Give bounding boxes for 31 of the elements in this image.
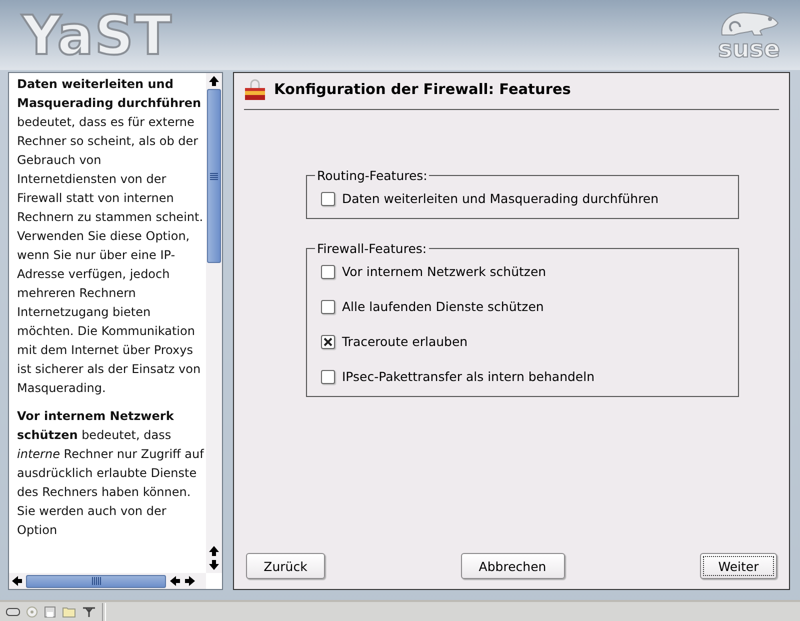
drive-icon[interactable] [6,607,20,617]
network-icon[interactable] [82,606,96,618]
group-label: Routing-Features: [316,168,428,183]
checkbox[interactable] [321,300,335,314]
suse-logo: suse [718,37,780,61]
dialog-button[interactable]: Zurück [246,553,325,579]
scrollbar-thumb[interactable] [26,574,166,588]
help-text: Daten weiterleiten und Masquerading durchführen bedeutet, dass es für externe Rechner so scheint, als ob der Gebrauch von Internetdiensten von der Firewall statt von internen Rechnern zu stammen scheint. Verwenden Sie diese Option, wenn Sie nur über eine IP-Adresse verfügen, jedoch mehreren Rechnern Internetzugang bieten möchten. Die Kommunikation mit dem Internet über Proxys ist sicherer als der Einsatz von Masquerading. Vor internem Netzwerk schützen bedeutet, dass interne Rechner nur Zugriff auf ausdrücklich erlaubte Dienste des Rechners haben können. Sie werden auch von der Option [16,76,206,539]
checkbox-label[interactable]: Daten weiterleiten und Masquerading durchführen [342,191,659,206]
checkbox[interactable] [321,370,335,384]
dialog-title: Konfiguration der Firewall: Features [274,82,571,98]
firewall-icon [244,79,266,101]
arrow-down-icon[interactable] [208,559,220,571]
arrow-left-icon[interactable] [11,575,23,587]
group-label: Firewall-Features: [316,241,428,256]
arrow-up-icon[interactable] [208,75,220,87]
checkbox-label[interactable]: Traceroute erlauben [342,334,468,349]
checkbox-label[interactable]: Vor internem Netzwerk schützen [342,264,546,279]
checkbox[interactable] [321,264,335,278]
checkbox[interactable] [321,192,335,206]
dialog-button[interactable]: Weiter [700,553,777,579]
arrow-left-icon[interactable] [169,575,181,587]
scrollbar-thumb[interactable] [207,89,221,263]
checkbox-label[interactable]: IPsec-Pakettransfer als intern behandeln [342,369,595,384]
yast-logo: YaST [22,4,172,66]
checkbox[interactable] [321,334,335,348]
checkbox-label[interactable]: Alle laufenden Dienste schützen [342,299,544,314]
arrow-right-icon[interactable] [184,575,196,587]
floppy-icon[interactable] [44,606,56,618]
arrow-up-icon[interactable] [208,545,220,557]
dialog-button[interactable]: Abbrechen [460,553,564,579]
